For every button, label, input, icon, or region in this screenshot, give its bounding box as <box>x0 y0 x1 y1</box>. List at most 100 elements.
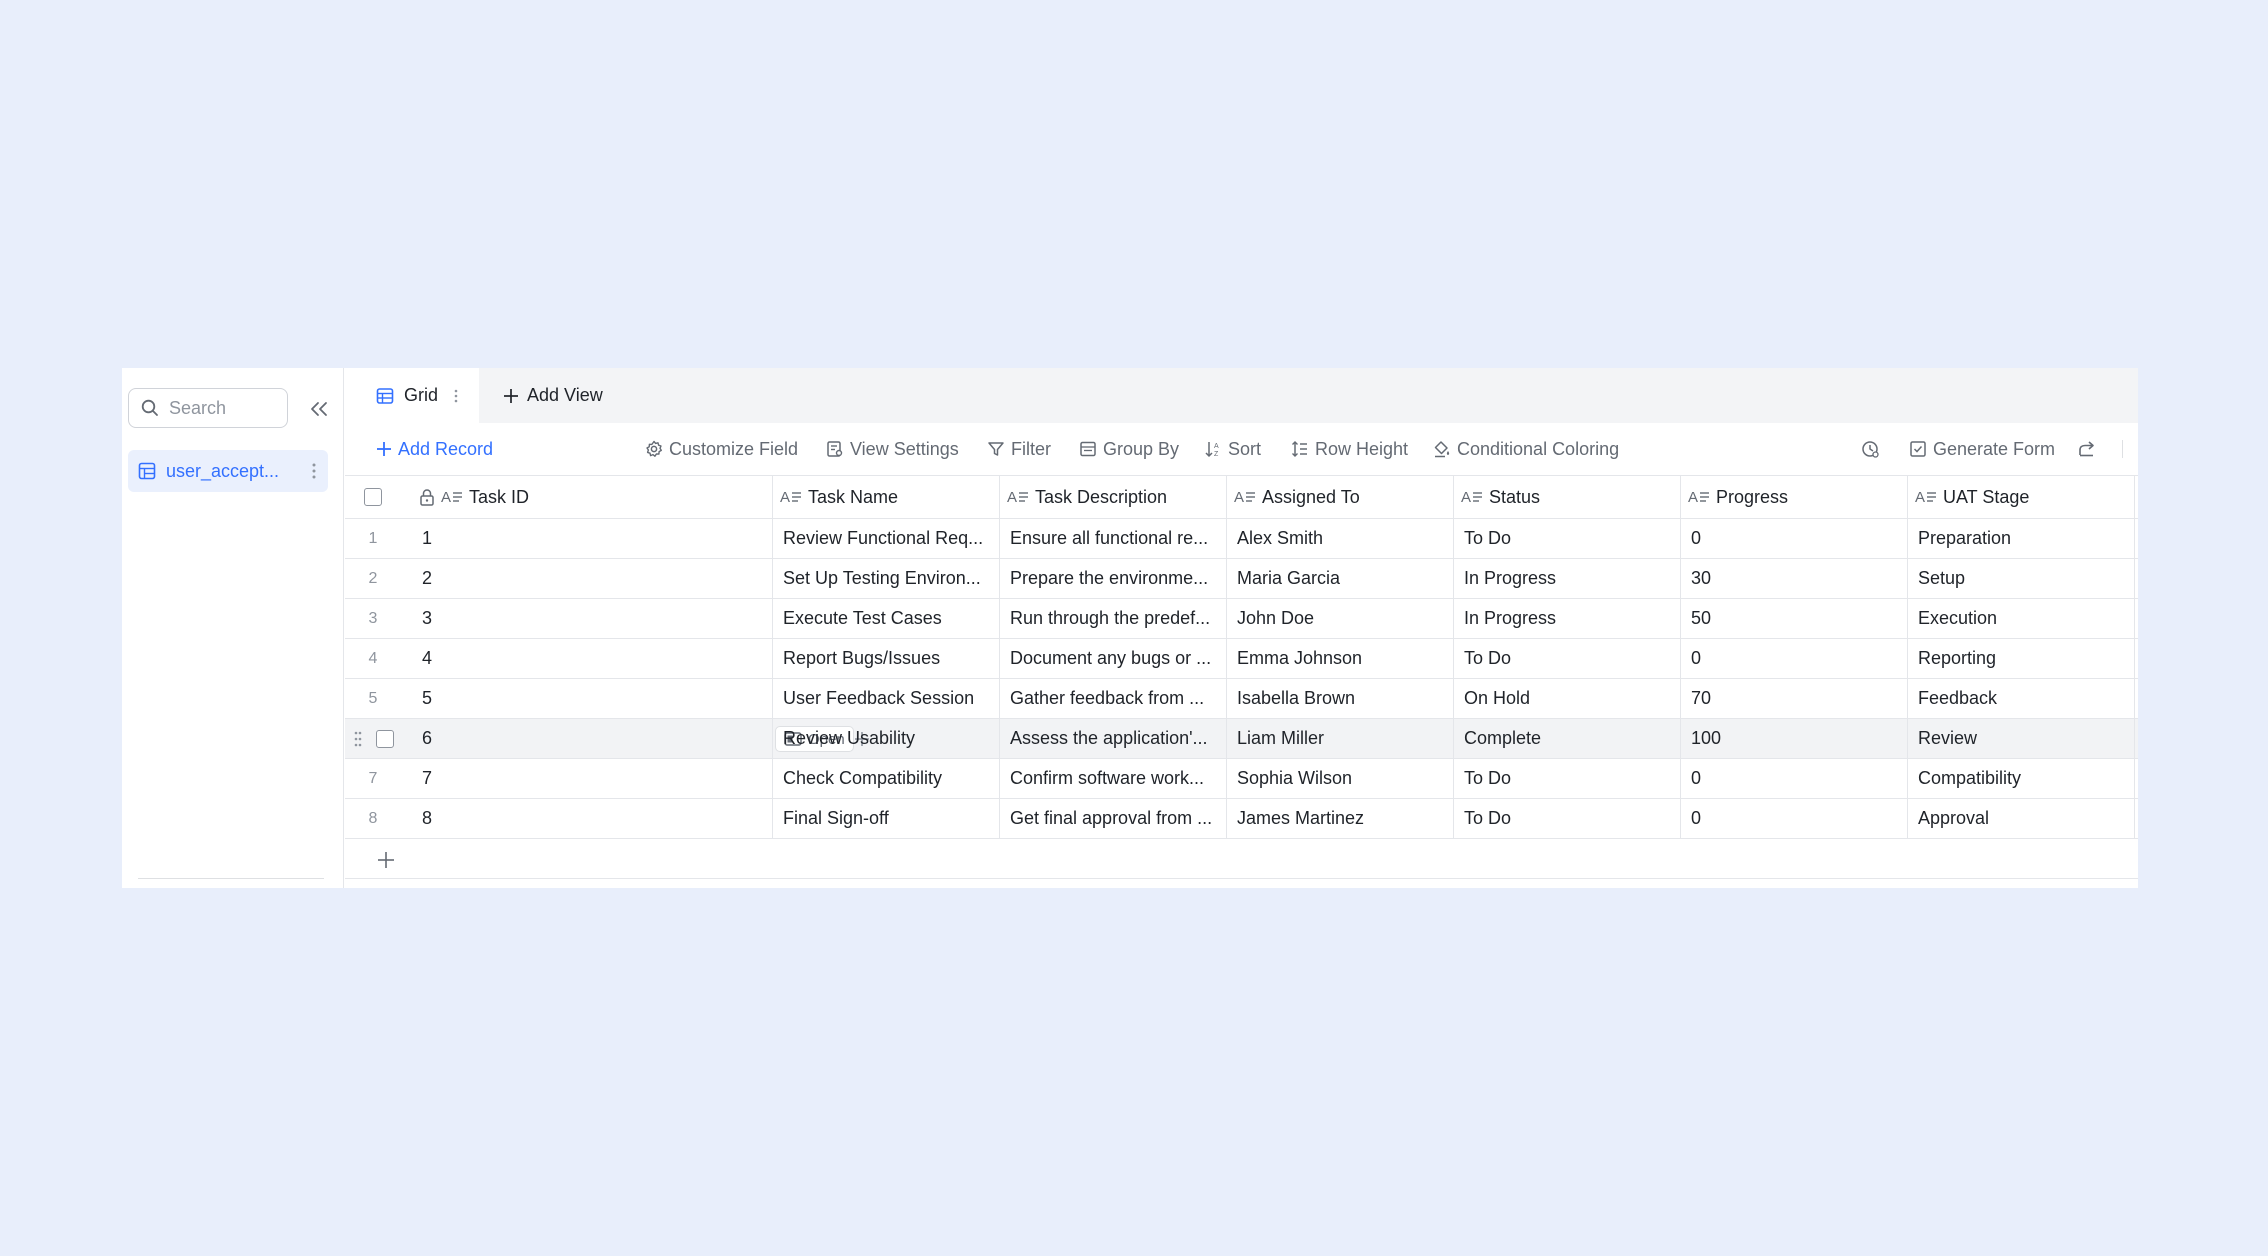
cell-status[interactable]: In Progress <box>1454 559 1681 598</box>
cell-uat-stage[interactable]: Setup <box>1908 559 2135 598</box>
cell-status[interactable]: To Do <box>1454 759 1681 798</box>
table-row[interactable]: 4 4 Report Bugs/Issues Document any bugs… <box>345 639 2138 679</box>
cell-task-description[interactable]: Ensure all functional re... <box>1000 519 1227 558</box>
cell-assigned-to[interactable]: Isabella Brown <box>1227 679 1454 718</box>
cell-task-id[interactable]: 8 <box>412 799 773 838</box>
cell-assigned-to[interactable]: Maria Garcia <box>1227 559 1454 598</box>
add-record-button[interactable]: Add Record <box>376 423 493 475</box>
row-height-button[interactable]: Row Height <box>1291 423 1408 475</box>
cell-assigned-to[interactable]: Liam Miller <box>1227 719 1454 758</box>
column-header-status[interactable]: A Status <box>1454 476 1681 518</box>
cell-task-description[interactable]: Document any bugs or ... <box>1000 639 1227 678</box>
cell-task-name[interactable]: User Feedback Session <box>773 679 1000 718</box>
row-checkbox[interactable] <box>376 729 394 748</box>
add-row-plus-icon[interactable] <box>377 851 395 869</box>
cell-task-name[interactable]: Review Usability <box>773 719 1000 758</box>
cell-task-id[interactable]: 5 <box>412 679 773 718</box>
tab-more-icon[interactable] <box>454 389 458 403</box>
cell-status[interactable]: In Progress <box>1454 599 1681 638</box>
cell-uat-stage[interactable]: Preparation <box>1908 519 2135 558</box>
cell-task-description[interactable]: Assess the application'... <box>1000 719 1227 758</box>
cell-task-id[interactable]: 1 <box>412 519 773 558</box>
cell-status[interactable]: On Hold <box>1454 679 1681 718</box>
drag-handle-icon[interactable] <box>354 731 362 747</box>
row-number: 4 <box>368 649 378 667</box>
column-header-uat-stage[interactable]: A UAT Stage <box>1908 476 2135 518</box>
cell-task-id[interactable]: 3 <box>412 599 773 638</box>
cell-task-name[interactable]: Set Up Testing Environ... <box>773 559 1000 598</box>
select-all-checkbox[interactable] <box>364 488 382 506</box>
cell-status[interactable]: To Do <box>1454 519 1681 558</box>
cell-assigned-to[interactable]: Emma Johnson <box>1227 639 1454 678</box>
column-header-progress[interactable]: A Progress <box>1681 476 1908 518</box>
cell-task-name[interactable]: Check Compatibility <box>773 759 1000 798</box>
table-row-hovered[interactable]: 6 Open Review Usability Assess the appli… <box>345 719 2138 759</box>
cell-uat-stage[interactable]: Reporting <box>1908 639 2135 678</box>
collapse-sidebar-icon[interactable] <box>306 396 332 422</box>
customize-field-button[interactable]: Customize Field <box>645 423 798 475</box>
table-row[interactable]: 2 2 Set Up Testing Environ... Prepare th… <box>345 559 2138 599</box>
cell-task-id[interactable]: 7 <box>412 759 773 798</box>
table-row[interactable]: 8 8 Final Sign-off Get final approval fr… <box>345 799 2138 839</box>
cell-progress[interactable]: 70 <box>1681 679 1908 718</box>
cell-task-description[interactable]: Get final approval from ... <box>1000 799 1227 838</box>
cell-uat-stage[interactable]: Execution <box>1908 599 2135 638</box>
column-header-task-description[interactable]: A Task Description <box>1000 476 1227 518</box>
cell-task-id[interactable]: 4 <box>412 639 773 678</box>
cell-status[interactable]: Complete <box>1454 719 1681 758</box>
view-settings-button[interactable]: View Settings <box>826 423 959 475</box>
cell-progress[interactable]: 0 <box>1681 759 1908 798</box>
column-header-assigned-to[interactable]: A Assigned To <box>1227 476 1454 518</box>
cell-progress[interactable]: 30 <box>1681 559 1908 598</box>
cell-task-name[interactable]: Review Functional Req... <box>773 519 1000 558</box>
cell-progress[interactable]: 0 <box>1681 799 1908 838</box>
column-header-label: Progress <box>1716 486 1789 507</box>
filter-button[interactable]: Filter <box>987 423 1051 475</box>
select-all-cell <box>345 476 401 518</box>
cell-assigned-to[interactable]: Alex Smith <box>1227 519 1454 558</box>
sort-button[interactable]: AZ Sort <box>1204 423 1261 475</box>
cell-status[interactable]: To Do <box>1454 799 1681 838</box>
cell-assigned-to[interactable]: James Martinez <box>1227 799 1454 838</box>
cell-task-id[interactable]: 2 <box>412 559 773 598</box>
table-row[interactable]: 5 5 User Feedback Session Gather feedbac… <box>345 679 2138 719</box>
cell-task-name[interactable]: Final Sign-off <box>773 799 1000 838</box>
cell-task-description[interactable]: Gather feedback from ... <box>1000 679 1227 718</box>
cell-uat-stage[interactable]: Feedback <box>1908 679 2135 718</box>
add-view-button[interactable]: Add View <box>503 368 603 423</box>
cell-task-id[interactable]: 6 <box>412 719 773 758</box>
cell-task-name[interactable]: Report Bugs/Issues <box>773 639 1000 678</box>
column-header-task-name[interactable]: A Task Name <box>773 476 1000 518</box>
cell-progress[interactable]: 0 <box>1681 519 1908 558</box>
column-header-label: Assigned To <box>1262 486 1360 507</box>
more-vertical-icon[interactable] <box>312 463 316 479</box>
search-input[interactable] <box>169 397 269 419</box>
cell-assigned-to[interactable]: Sophia Wilson <box>1227 759 1454 798</box>
table-row[interactable]: 7 7 Check Compatibility Confirm software… <box>345 759 2138 799</box>
cell-uat-stage[interactable]: Approval <box>1908 799 2135 838</box>
cell-task-name[interactable]: Execute Test Cases <box>773 599 1000 638</box>
cell-assigned-to[interactable]: John Doe <box>1227 599 1454 638</box>
conditional-coloring-button[interactable]: Conditional Coloring <box>1433 423 1619 475</box>
table-row[interactable]: 3 3 Execute Test Cases Run through the p… <box>345 599 2138 639</box>
svg-text:A: A <box>1234 489 1244 505</box>
column-header-task-id[interactable]: A Task ID <box>412 476 773 518</box>
cell-status[interactable]: To Do <box>1454 639 1681 678</box>
generate-form-button[interactable]: Generate Form <box>1909 423 2055 475</box>
cell-progress[interactable]: 0 <box>1681 639 1908 678</box>
add-row[interactable] <box>345 839 2138 879</box>
cell-progress[interactable]: 100 <box>1681 719 1908 758</box>
history-button[interactable] <box>1860 423 1880 475</box>
cell-task-description[interactable]: Confirm software work... <box>1000 759 1227 798</box>
search-box[interactable] <box>128 388 288 428</box>
table-row[interactable]: 1 1 Review Functional Req... Ensure all … <box>345 519 2138 559</box>
tab-grid[interactable]: Grid <box>345 368 479 423</box>
group-by-button[interactable]: Group By <box>1079 423 1179 475</box>
cell-progress[interactable]: 50 <box>1681 599 1908 638</box>
share-button[interactable] <box>2077 423 2097 475</box>
cell-uat-stage[interactable]: Review <box>1908 719 2135 758</box>
cell-task-description[interactable]: Run through the predef... <box>1000 599 1227 638</box>
cell-task-description[interactable]: Prepare the environme... <box>1000 559 1227 598</box>
sidebar-item-table[interactable]: user_accept... <box>128 450 328 492</box>
cell-uat-stage[interactable]: Compatibility <box>1908 759 2135 798</box>
